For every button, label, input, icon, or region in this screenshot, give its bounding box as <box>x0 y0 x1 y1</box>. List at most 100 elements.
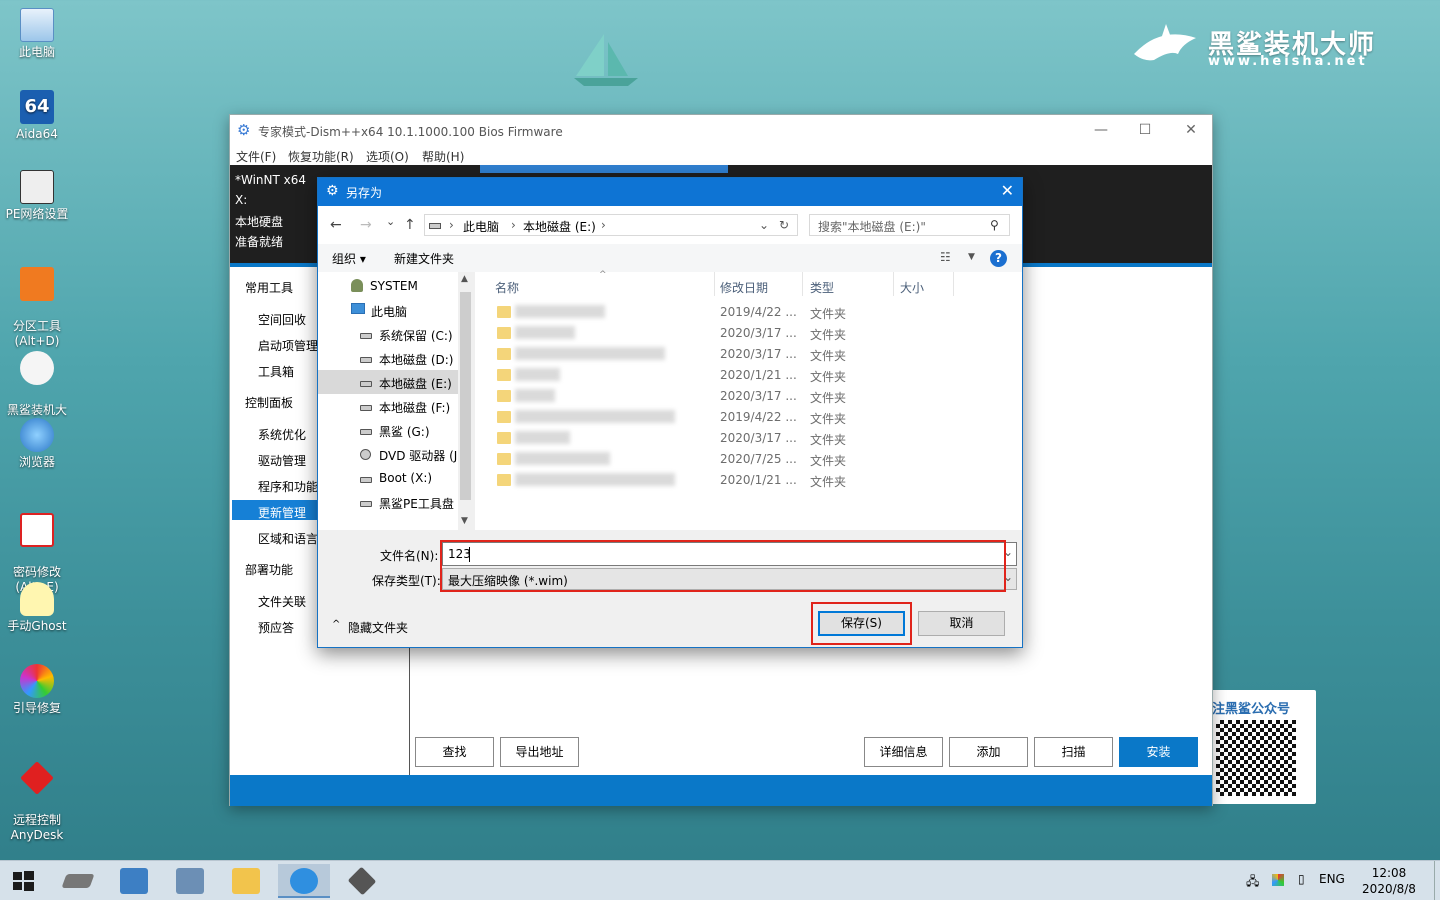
back-arrow-icon[interactable]: ← <box>330 217 342 233</box>
table-row[interactable]: 2020/3/17 ... 文件夹 <box>475 428 1022 449</box>
help-icon[interactable]: ? <box>990 250 1007 267</box>
close-button[interactable]: ✕ <box>1176 120 1206 140</box>
column-header-name[interactable]: 名称 <box>495 279 519 296</box>
column-header-modified[interactable]: 修改日期 <box>720 279 768 296</box>
address-bar[interactable]: › 此电脑 › 本地磁盘 (E:) › ⌄ ↻ <box>424 214 798 236</box>
file-modified: 2020/1/21 ... <box>720 473 797 487</box>
qr-code-panel: 注黑鲨公众号 <box>1210 690 1316 804</box>
dialog-close-button[interactable]: ✕ <box>1001 181 1014 200</box>
sidebar-item-drivers[interactable]: 驱动管理 <box>258 452 306 469</box>
desktop-icon-this-pc[interactable]: 此电脑 <box>4 8 70 60</box>
maximize-button[interactable]: ☐ <box>1130 120 1160 140</box>
qr-code-image <box>1216 720 1296 796</box>
tree-item-pe-toolkit[interactable]: 黑鲨PE工具盘 <box>379 495 459 512</box>
tree-item-dvd[interactable]: DVD 驱动器 (J <box>379 447 459 464</box>
taskbar-dism[interactable] <box>278 864 330 898</box>
taskbar-keyboard[interactable] <box>164 864 216 898</box>
taskbar-disk-tool[interactable] <box>52 864 104 898</box>
taskbar-computer[interactable] <box>108 864 160 898</box>
details-button[interactable]: 详细信息 <box>864 737 943 767</box>
breadcrumb-this-pc[interactable]: 此电脑 <box>463 218 499 235</box>
scroll-down-icon[interactable]: ▼ <box>461 516 468 526</box>
sidebar-item-toolbox[interactable]: 工具箱 <box>258 363 294 380</box>
sidebar-group-common-tools[interactable]: 常用工具 <box>245 279 293 296</box>
taskbar-clock[interactable]: 12:08 2020/8/8 <box>1358 865 1420 897</box>
desktop-icon-anydesk[interactable]: 远程控制 AnyDesk <box>4 746 70 858</box>
table-row[interactable]: 2020/1/21 ... 文件夹 <box>475 365 1022 386</box>
taskbar-file-explorer[interactable] <box>220 864 272 898</box>
new-folder-button[interactable]: 新建文件夹 <box>394 250 454 267</box>
export-address-button[interactable]: 导出地址 <box>500 737 579 767</box>
menu-help[interactable]: 帮助(H) <box>422 148 464 165</box>
taskbar-drive-tool[interactable] <box>336 864 388 898</box>
scan-button[interactable]: 扫描 <box>1034 737 1113 767</box>
find-button[interactable]: 查找 <box>415 737 494 767</box>
search-input[interactable]: 搜索"本地磁盘 (E:)" ⚲ <box>809 214 1010 236</box>
table-row[interactable]: 2019/4/22 ... 文件夹 <box>475 407 1022 428</box>
minimize-button[interactable]: — <box>1086 120 1116 140</box>
menu-options[interactable]: 选项(O) <box>366 148 409 165</box>
usb-icon[interactable]: ▯ <box>1298 872 1305 886</box>
chevron-down-icon[interactable]: ⌄ <box>759 218 769 232</box>
color-tray-icon[interactable] <box>1272 874 1284 886</box>
sidebar-item-region-language[interactable]: 区域和语言 <box>258 530 318 547</box>
sidebar-item-updates[interactable]: 更新管理 <box>258 504 306 521</box>
table-row[interactable]: 2020/3/17 ... 文件夹 <box>475 323 1022 344</box>
recent-dropdown-icon[interactable]: ⌄ <box>386 215 395 228</box>
menu-file[interactable]: 文件(F) <box>236 148 276 165</box>
tree-item-drive-e[interactable]: 本地磁盘 (E:) <box>379 375 459 392</box>
show-desktop-button[interactable] <box>1434 861 1435 900</box>
tree-item-drive-f[interactable]: 本地磁盘 (F:) <box>379 399 459 416</box>
search-icon: ⚲ <box>990 218 999 232</box>
table-row[interactable]: 2020/3/17 ... 文件夹 <box>475 386 1022 407</box>
add-button[interactable]: 添加 <box>949 737 1028 767</box>
tree-item-this-pc[interactable]: 此电脑 <box>371 303 451 320</box>
file-type: 文件夹 <box>810 307 847 321</box>
desktop-icon-browser[interactable]: 浏览器 <box>4 418 70 470</box>
network-icon[interactable]: 🖧 <box>1246 872 1259 893</box>
table-row[interactable]: 2019/4/22 ... 文件夹 <box>475 302 1022 323</box>
tree-item-boot-x[interactable]: Boot (X:) <box>379 471 459 485</box>
tree-item-drive-g[interactable]: 黑鲨 (G:) <box>379 423 459 440</box>
column-header-size[interactable]: 大小 <box>900 279 924 296</box>
collapse-arrow-icon[interactable]: ^ <box>332 619 340 630</box>
up-arrow-icon[interactable]: ↑ <box>404 217 416 233</box>
sidebar-item-system-optimize[interactable]: 系统优化 <box>258 426 306 443</box>
tree-item-drive-d[interactable]: 本地磁盘 (D:) <box>379 351 459 368</box>
sidebar-item-answer-file[interactable]: 预应答 <box>258 619 294 636</box>
sidebar-group-deployment[interactable]: 部署功能 <box>245 561 293 578</box>
breadcrumb-drive-e[interactable]: 本地磁盘 (E:) <box>523 218 596 235</box>
menu-recovery[interactable]: 恢复功能(R) <box>288 148 354 165</box>
sidebar-item-space-cleanup[interactable]: 空间回收 <box>258 311 306 328</box>
view-dropdown-icon[interactable]: ▼ <box>968 252 975 262</box>
organize-button[interactable]: 组织 ▾ <box>332 250 366 267</box>
dialog-titlebar[interactable]: ⚙ 另存为 ✕ <box>318 178 1022 206</box>
language-indicator[interactable]: ENG <box>1319 872 1345 886</box>
tree-item-drive-c[interactable]: 系统保留 (C:) <box>379 327 459 344</box>
tree-item-system[interactable]: SYSTEM <box>370 279 450 293</box>
gear-icon: ⚙ <box>326 183 339 199</box>
sidebar-item-startup[interactable]: 启动项管理 <box>258 337 318 354</box>
desktop-icon-pe-network[interactable]: PE网络设置 <box>4 170 70 222</box>
sidebar-group-control-panel[interactable]: 控制面板 <box>245 394 293 411</box>
sidebar-item-file-association[interactable]: 文件关联 <box>258 593 306 610</box>
desktop-icon-boot-repair[interactable]: 引导修复 <box>4 664 70 716</box>
column-header-type[interactable]: 类型 <box>810 279 834 296</box>
forward-arrow-icon[interactable]: → <box>360 217 372 233</box>
scroll-up-icon[interactable]: ▲ <box>461 274 468 284</box>
install-button[interactable]: 安装 <box>1119 737 1198 767</box>
table-row[interactable]: 2020/1/21 ... 文件夹 <box>475 470 1022 491</box>
refresh-icon[interactable]: ↻ <box>779 218 789 232</box>
start-button[interactable] <box>0 864 46 898</box>
view-options-icon[interactable]: ☷ <box>940 250 951 264</box>
cancel-button[interactable]: 取消 <box>918 611 1005 636</box>
desktop-icon-ghost[interactable]: 手动Ghost <box>4 582 70 634</box>
table-row[interactable]: 2020/3/17 ... 文件夹 <box>475 344 1022 365</box>
desktop-icon-aida64[interactable]: 64 Aida64 <box>4 90 70 142</box>
table-row[interactable]: 2020/7/25 ... 文件夹 <box>475 449 1022 470</box>
sidebar-item-programs[interactable]: 程序和功能 <box>258 478 318 495</box>
tree-scrollbar[interactable]: ▲ ▼ <box>458 272 473 530</box>
tree-scrollbar-thumb[interactable] <box>460 292 471 500</box>
main-window-titlebar[interactable]: ⚙ 专家模式-Dism++x64 10.1.1000.100 Bios Firm… <box>230 115 1212 145</box>
hide-folders-toggle[interactable]: 隐藏文件夹 <box>348 619 408 636</box>
